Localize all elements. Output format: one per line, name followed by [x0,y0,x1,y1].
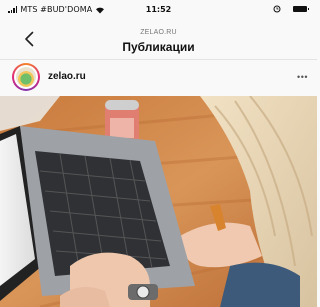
nav-bar: ZELAO.RU Публикации [0,20,317,58]
post-username[interactable]: zelao.ru [48,71,86,82]
status-time: 11:52 [145,5,172,14]
status-right [273,5,309,13]
post-header: zelao.ru ••• [0,60,317,96]
post-image[interactable] [0,96,317,307]
more-horizontal-icon[interactable]: ••• [297,73,308,82]
photo-laptop-on-desk [0,96,317,307]
battery-icon [293,6,309,12]
page-title: Публикации [122,40,195,54]
avatar-image [16,67,36,87]
avatar[interactable] [12,63,40,91]
alarm-icon [273,5,281,13]
status-bar: MTS #BUD'DOMA 11:52 [0,0,317,20]
nav-subtitle: ZELAO.RU [140,29,177,36]
